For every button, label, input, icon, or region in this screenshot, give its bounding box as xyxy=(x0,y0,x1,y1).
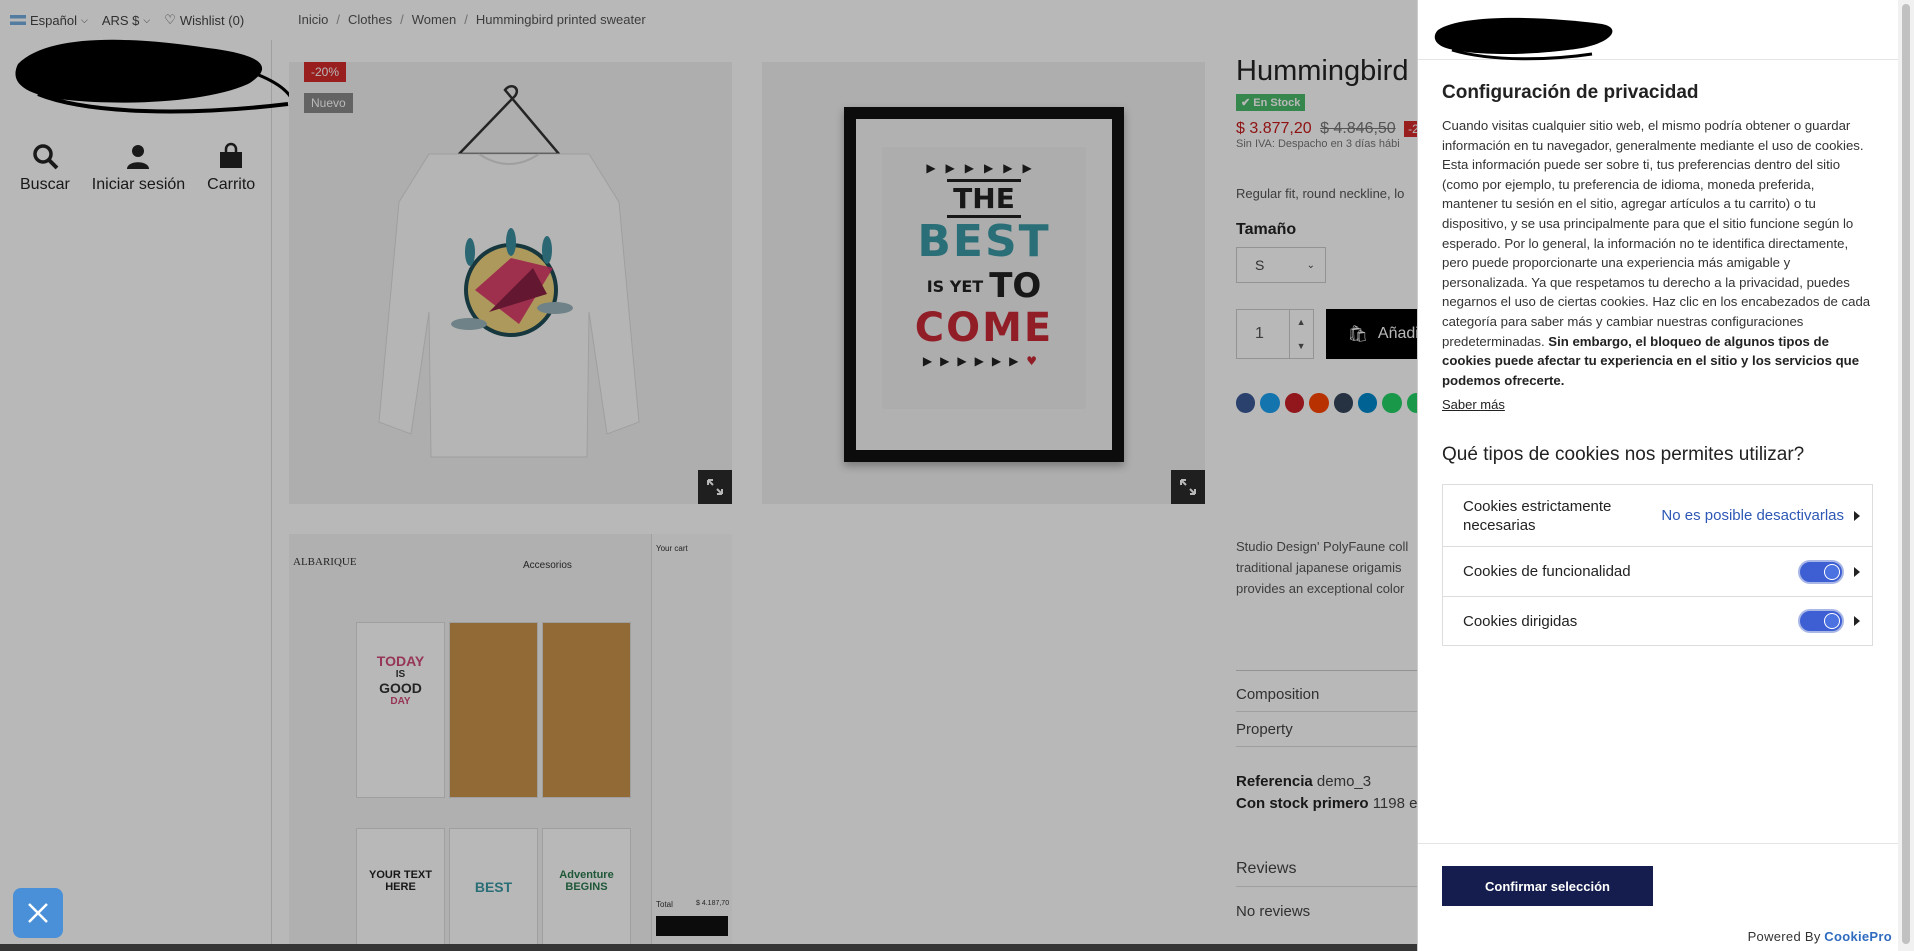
confirm-selection-button[interactable]: Confirmar selección xyxy=(1442,866,1653,906)
cookie-preference-panel: Configuración de privacidad Cuando visit… xyxy=(1417,0,1898,951)
chevron-right-icon[interactable] xyxy=(1854,510,1860,521)
cookiepro-logo[interactable]: CookiePro xyxy=(1824,929,1892,944)
category-necessary[interactable]: Cookies estrictamente necesarias No es p… xyxy=(1443,485,1872,548)
functional-toggle[interactable] xyxy=(1798,559,1844,584)
always-active-text: No es posible desactivarlas xyxy=(1661,507,1844,525)
panel-header xyxy=(1418,0,1898,61)
panel-scrollbar[interactable] xyxy=(1898,0,1914,951)
category-controls xyxy=(1798,559,1860,584)
category-controls: No es posible desactivarlas xyxy=(1661,507,1860,524)
panel-body: Configuración de privacidad Cuando visit… xyxy=(1418,60,1898,647)
panel-footer: Confirmar selección Powered By CookiePro xyxy=(1418,843,1898,951)
toggle-knob xyxy=(1824,563,1840,580)
toggle-knob xyxy=(1824,613,1840,630)
cookie-category-list: Cookies estrictamente necesarias No es p… xyxy=(1442,484,1873,647)
scrollbar-thumb[interactable] xyxy=(1902,4,1910,944)
category-functional[interactable]: Cookies de funcionalidad xyxy=(1443,547,1872,598)
chevron-right-icon[interactable] xyxy=(1854,566,1860,577)
redacted-logo xyxy=(1434,17,1613,61)
category-label: Cookies dirigidas xyxy=(1463,612,1578,630)
privacy-title: Configuración de privacidad xyxy=(1442,82,1699,103)
cookie-types-title: Qué tipos de cookies nos permites utiliz… xyxy=(1442,444,1805,466)
category-label: Cookies de funcionalidad xyxy=(1463,563,1631,581)
more-info-link[interactable]: Saber más xyxy=(1442,397,1505,412)
powered-by-text: Powered By xyxy=(1747,929,1821,944)
category-controls xyxy=(1798,609,1860,634)
close-icon xyxy=(28,903,48,923)
modal-backdrop[interactable] xyxy=(0,0,1417,951)
privacy-text: Cuando visitas cualquier sitio web, el m… xyxy=(1442,116,1873,390)
close-chat-button[interactable] xyxy=(13,888,63,938)
privacy-text-body: Cuando visitas cualquier sitio web, el m… xyxy=(1442,118,1871,349)
targeting-toggle[interactable] xyxy=(1798,609,1844,634)
chevron-right-icon[interactable] xyxy=(1854,616,1860,627)
category-label: Cookies estrictamente necesarias xyxy=(1463,497,1612,534)
category-targeting[interactable]: Cookies dirigidas xyxy=(1443,597,1872,645)
powered-by: Powered By CookiePro xyxy=(1748,929,1892,944)
